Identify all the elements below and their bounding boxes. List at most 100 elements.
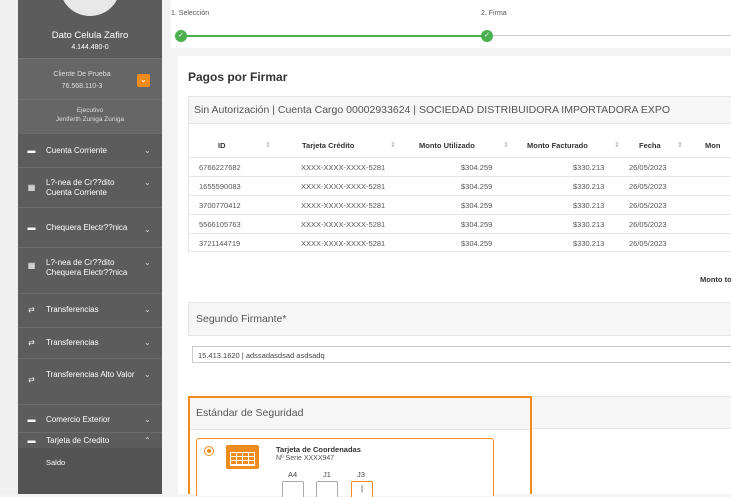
step-remaining-line (487, 35, 731, 36)
sidebar-item-label: Chequera Electr??nica (46, 223, 128, 232)
sidebar-item-tarjeta-credito[interactable]: ▬ Tarjeta de Credito ⌃ (18, 432, 162, 448)
coordinate-card-title: Tarjeta de Coordenadas (276, 445, 361, 454)
chevron-down-icon: ⌄ (144, 305, 151, 314)
coordinate-input-j3[interactable]: | (351, 481, 373, 497)
sidebar-item-label: Tarjeta de Credito (46, 436, 110, 445)
sidebar-item-transferencias-2[interactable]: ⇄ Transferencias ⌄ (18, 327, 162, 358)
wallet-icon: ▬ (27, 415, 36, 424)
cell-monto-utilizado: $304.259 (461, 239, 493, 248)
account-header-text: Sin Autorización | Cuenta Cargo 00002933… (194, 104, 671, 116)
column-header-monto[interactable]: Mon (705, 141, 720, 150)
sidebar-item-label: Transferencias Alto Valor (46, 370, 135, 379)
cell-monto-facturado: $330.213 (573, 220, 605, 229)
sidebar-subitem-saldo[interactable]: Saldo (18, 448, 162, 494)
coordinate-label-j1: J1 (323, 470, 331, 479)
check-icon: ✓ (175, 30, 187, 42)
client-label: Cliente De Prueba (53, 71, 111, 78)
table-row[interactable]: 3700770412 XXXX-XXXX-XXXX-5281 $304.259 … (189, 195, 731, 214)
sidebar-gap (162, 0, 171, 494)
segundo-firmante-select[interactable]: 15.413.1620 | adssadasdsad asdsadq (192, 346, 731, 363)
radio-selected-dot (207, 449, 211, 453)
coordinate-label-a4: A4 (288, 470, 298, 479)
table-row[interactable]: 1655590083 XXXX-XXXX-XXXX-5281 $304.259 … (189, 176, 731, 195)
column-header-fecha[interactable]: Fecha (639, 141, 661, 150)
window-left-edge (0, 0, 18, 494)
pagos-panel: Pagos por Firmar Sin Autorización | Cuen… (178, 56, 731, 497)
sidebar-item-comercio-exterior[interactable]: ▬ Comercio Exterior ⌄ (18, 404, 162, 432)
segundo-firmante-header: Segundo Firmante* (188, 302, 731, 336)
cell-monto-utilizado: $304.259 (461, 182, 493, 191)
sidebar-item-cuenta-corriente[interactable]: ▬ Cuenta Corriente ⌄ (18, 133, 162, 167)
coordinate-input-a4[interactable] (282, 481, 304, 497)
coordinate-card-icon (226, 445, 259, 469)
avatar[interactable] (60, 0, 120, 16)
page-title: Pagos por Firmar (188, 70, 288, 84)
chevron-down-icon: ⌄ (144, 225, 151, 234)
cell-tarjeta: XXXX-XXXX-XXXX-5281 (301, 201, 386, 210)
cell-monto-facturado: $330.213 (573, 163, 605, 172)
coordinate-card-radio[interactable] (204, 446, 214, 456)
table-row[interactable]: 6766227682 XXXX-XXXX-XXXX-5281 $304.259 … (189, 157, 731, 176)
sidebar-item-linea-credito-cc[interactable]: ▦ L?-nea de Cr??dito Cuenta Corriente ⌄ (18, 167, 162, 207)
chevron-down-icon: ⌄ (144, 258, 151, 267)
cell-id: 1655590083 (199, 182, 241, 191)
main-content: 1. Selección 2. Firma ✓ ✓ Pagos por Firm… (171, 0, 731, 497)
security-header: Estándar de Seguridad (190, 398, 530, 430)
executive-name: Jeniferth Zuniga Zuniga (55, 116, 125, 123)
cell-fecha: 26/05/2023 (629, 239, 667, 248)
grid-icon: ▦ (27, 261, 36, 270)
chevron-down-icon[interactable]: ⌄ (137, 74, 150, 87)
cell-fecha: 26/05/2023 (629, 182, 667, 191)
coordinate-input-j1[interactable] (316, 481, 338, 497)
chevron-down-icon: ⌄ (144, 178, 151, 187)
sidebar-item-transferencias[interactable]: ⇄ Transferencias ⌄ (18, 293, 162, 327)
coordinate-card-serial: Nº Serie XXXX947 (276, 455, 335, 462)
cell-monto-facturado: $330.213 (573, 201, 605, 210)
sidebar-item-label: Comercio Exterior (46, 415, 111, 424)
cell-id: 3721144719 (199, 239, 241, 248)
table-row[interactable]: 5566105763 XXXX-XXXX-XXXX-5281 $304.259 … (189, 214, 731, 233)
cell-tarjeta: XXXX-XXXX-XXXX-5281 (301, 182, 386, 191)
cell-monto-utilizado: $304.259 (461, 163, 493, 172)
sidebar-item-label: L?-nea de Cr??dito Chequera Electr??nica (46, 258, 128, 277)
sort-icon[interactable]: ⇕ (265, 141, 271, 149)
grid-icon: ▦ (27, 183, 36, 192)
coordinate-label-j3: J3 (357, 470, 365, 479)
user-name: Dato Celula Zafiro (51, 30, 129, 41)
cell-fecha: 26/05/2023 (629, 163, 667, 172)
cell-id: 3700770412 (199, 201, 241, 210)
coordinate-card-option[interactable]: Tarjeta de Coordenadas Nº Serie XXXX947 … (196, 438, 494, 497)
table-row[interactable]: 3721144719 XXXX-XXXX-XXXX-5281 $304.259 … (189, 233, 731, 252)
chevron-down-icon: ⌄ (144, 370, 151, 379)
cell-id: 6766227682 (199, 163, 241, 172)
payments-table: ID ⇕ Tarjeta Crédito ⇕ Monto Utilizado ⇕… (188, 124, 731, 252)
cell-monto-facturado: $330.213 (573, 182, 605, 191)
sort-icon[interactable]: ⇕ (677, 141, 683, 149)
sidebar-item-label: Cuenta Corriente (46, 146, 107, 155)
security-title: Estándar de Seguridad (196, 407, 304, 419)
wallet-icon: ▬ (27, 223, 36, 232)
sidebar-item-linea-credito-chequera[interactable]: ▦ L?-nea de Cr??dito Chequera Electr??ni… (18, 247, 162, 293)
sort-icon[interactable]: ⇕ (503, 141, 509, 149)
monto-total-label: Monto to (700, 275, 731, 284)
chevron-down-icon: ⌄ (144, 146, 151, 155)
account-header: Sin Autorización | Cuenta Cargo 00002933… (188, 96, 731, 124)
sort-icon[interactable]: ⇕ (614, 141, 620, 149)
client-selector[interactable]: Cliente De Prueba 76.568.110-3 ⌄ (18, 58, 162, 99)
sidebar-subitem-label: Saldo (46, 458, 66, 467)
cell-fecha: 26/05/2023 (629, 220, 667, 229)
sidebar-item-chequera[interactable]: ▬ Chequera Electr??nica ⌄ (18, 207, 162, 247)
column-header-monto-facturado[interactable]: Monto Facturado (527, 141, 588, 150)
column-header-tarjeta[interactable]: Tarjeta Crédito (302, 141, 354, 150)
column-header-id[interactable]: ID (218, 141, 226, 150)
stepper: 1. Selección 2. Firma ✓ ✓ (171, 0, 731, 48)
executive-info: Ejecutivo Jeniferth Zuniga Zuniga (18, 99, 162, 133)
chevron-down-icon: ⌄ (144, 415, 151, 424)
wallet-icon: ▬ (27, 146, 36, 155)
sort-icon[interactable]: ⇕ (390, 141, 396, 149)
user-rut: 4.144.480-0 (71, 44, 109, 51)
cell-tarjeta: XXXX-XXXX-XXXX-5281 (301, 220, 386, 229)
sidebar-item-transferencias-alto-valor[interactable]: ⇄ Transferencias Alto Valor ⌄ (18, 358, 162, 404)
column-header-monto-utilizado[interactable]: Monto Utilizado (419, 141, 475, 150)
security-section: Estándar de Seguridad Tarjeta de Coorden… (188, 396, 532, 497)
